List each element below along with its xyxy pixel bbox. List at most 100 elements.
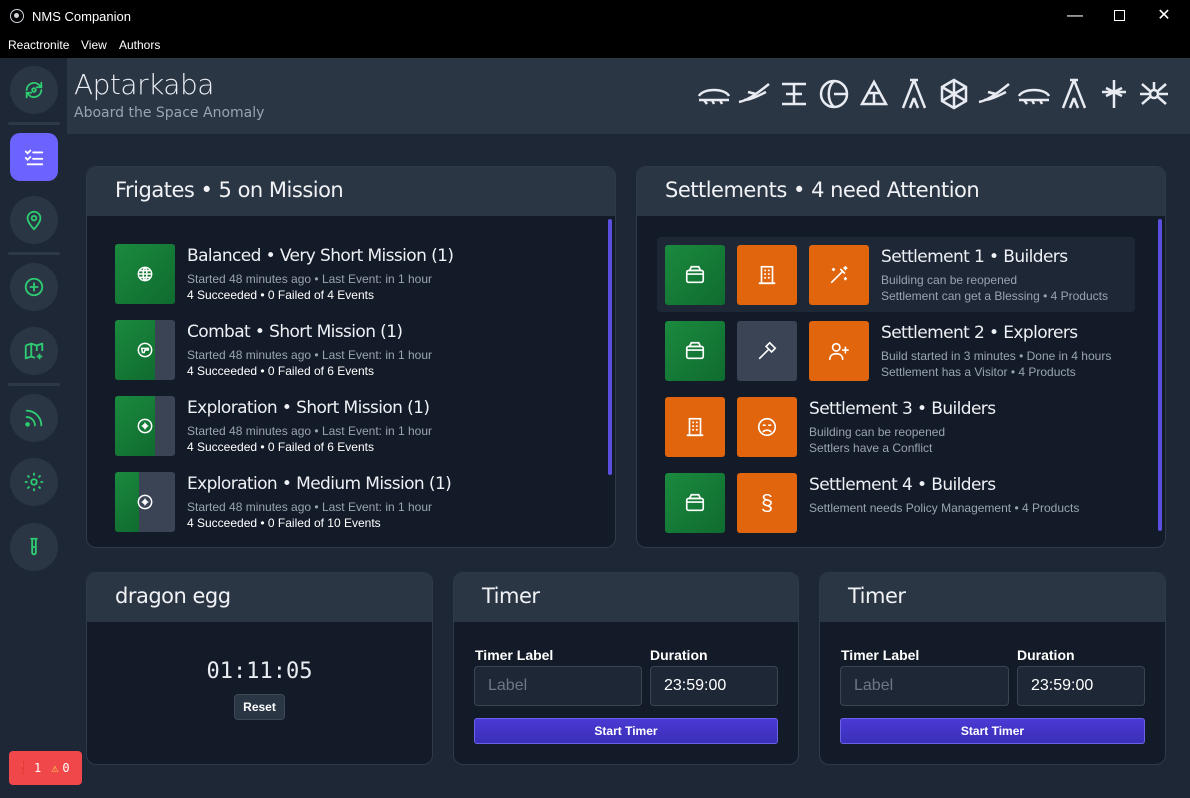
nav-divider — [8, 122, 60, 125]
error-warning-badge[interactable]: ❗ 1 ⚠ 0 — [9, 751, 82, 785]
maximize-button[interactable] — [1096, 0, 1142, 32]
user-plus-icon — [829, 342, 849, 361]
timer-panel-2: Timer Timer Label Duration Label 23:59:0… — [819, 572, 1166, 765]
glyph-icon — [901, 78, 927, 109]
building-icon — [686, 417, 704, 437]
frigate-title: Exploration • Short Mission (1) — [187, 398, 430, 418]
warning-icon: ⚠ — [51, 761, 59, 775]
add-button[interactable] — [10, 263, 58, 311]
location-subtitle: Aboard the Space Anomaly — [74, 105, 265, 121]
timer-2-start-button[interactable]: Start Timer — [840, 718, 1145, 744]
settlement-3-building-tile[interactable] — [665, 397, 725, 457]
settlement-1-building-tile[interactable] — [737, 245, 797, 305]
traveler-name: Aptarkaba — [74, 68, 214, 101]
frigate-progress-tile[interactable] — [115, 244, 175, 304]
frigates-scrollbar[interactable] — [608, 219, 612, 475]
glyph-icon — [1061, 78, 1087, 109]
settlement-2-title: Settlement 2 • Explorers — [881, 323, 1078, 343]
frigates-panel: Frigates • 5 on Mission Balanced • Very … — [86, 166, 616, 548]
map-pin-icon — [26, 210, 42, 231]
frigate-title: Combat • Short Mission (1) — [187, 322, 403, 342]
timer-1-start-button[interactable]: Start Timer — [474, 718, 778, 744]
frigate-timing: Started 48 minutes ago • Last Event: in … — [187, 500, 433, 514]
frigate-timing: Started 48 minutes ago • Last Event: in … — [187, 424, 433, 438]
glyph-icon — [859, 79, 889, 106]
glyph-icon — [1140, 82, 1168, 105]
settlement-1-blessing-tile[interactable] — [809, 245, 869, 305]
dragon-egg-panel: dragon egg 01:11:05 Reset — [86, 572, 433, 765]
timer-2-label-input[interactable]: Label — [840, 666, 1009, 706]
settings-button[interactable] — [10, 458, 58, 506]
sidebar — [0, 58, 67, 798]
settlements-title: Settlements • 4 need Attention — [637, 167, 1165, 216]
plus-circle-icon — [24, 277, 44, 297]
gun-icon — [137, 342, 153, 358]
glyph-icon — [1017, 88, 1051, 105]
box-icon — [685, 341, 705, 360]
settlement-4-title: Settlement 4 • Builders — [809, 475, 996, 495]
frigate-progress-tile[interactable] — [115, 472, 175, 532]
close-button[interactable]: ✕ — [1141, 0, 1187, 32]
settlement-2-visitor-tile[interactable] — [809, 321, 869, 381]
frigate-progress-tile[interactable] — [115, 396, 175, 456]
menu-view[interactable]: View — [81, 38, 107, 52]
reset-button[interactable]: Reset — [234, 694, 285, 720]
settlement-4-policy-tile[interactable]: § — [737, 473, 797, 533]
lab-button[interactable] — [10, 523, 58, 571]
menu-authors[interactable]: Authors — [119, 38, 160, 52]
timer-panel-1: Timer Timer Label Duration Label 23:59:0… — [453, 572, 799, 765]
checklist-icon — [24, 149, 44, 166]
settlement-3-detail: Settlers have a Conflict — [809, 441, 933, 455]
sync-button[interactable] — [10, 66, 58, 114]
timer-2-duration-input[interactable]: 23:59:00 — [1017, 666, 1145, 706]
settlement-2-production-tile[interactable] — [665, 321, 725, 381]
timer-2-duration-caption: Duration — [1017, 647, 1075, 663]
menu-reactronite[interactable]: Reactronite — [8, 38, 69, 52]
portal-glyphs — [696, 76, 1172, 112]
sync-icon — [25, 81, 43, 99]
sad-face-icon — [757, 417, 777, 437]
compass-icon — [137, 494, 153, 510]
frigate-events: 4 Succeeded • 0 Failed of 10 Events — [187, 516, 381, 530]
timer-1-duration-input[interactable]: 23:59:00 — [650, 666, 778, 706]
window-title: NMS Companion — [32, 9, 131, 24]
frigate-progress-tile[interactable] — [115, 320, 175, 380]
magic-wand-icon — [830, 265, 848, 284]
nav-divider — [8, 252, 60, 255]
feed-button[interactable] — [10, 394, 58, 442]
menu-bar: Reactronite View Authors — [0, 32, 1190, 58]
settlements-scrollbar[interactable] — [1158, 219, 1162, 531]
minimize-button[interactable]: — — [1052, 0, 1098, 32]
settlement-4-production-tile[interactable] — [665, 473, 725, 533]
error-icon: ❗ — [15, 761, 30, 775]
timer-2-title: Timer — [820, 573, 1165, 622]
timer-1-label-caption: Timer Label — [475, 647, 554, 663]
settlement-3-status: Building can be reopened — [809, 425, 946, 439]
location-button[interactable] — [10, 196, 58, 244]
dashboard-button[interactable] — [10, 133, 58, 181]
app-icon — [10, 9, 24, 23]
glyph-icon — [819, 79, 849, 109]
glyph-icon — [738, 83, 770, 104]
frigate-title: Exploration • Medium Mission (1) — [187, 474, 452, 494]
box-icon — [685, 493, 705, 512]
settlement-1-detail: Settlement can get a Blessing • 4 Produc… — [881, 289, 1108, 303]
frigate-events: 4 Succeeded • 0 Failed of 6 Events — [187, 440, 374, 454]
frigate-timing: Started 48 minutes ago • Last Event: in … — [187, 348, 433, 362]
settlement-3-conflict-tile[interactable] — [737, 397, 797, 457]
settlement-1-production-tile[interactable] — [665, 245, 725, 305]
glyph-icon — [1102, 80, 1126, 108]
glyph-icon — [782, 82, 806, 106]
dragon-egg-title: dragon egg — [87, 573, 432, 622]
timer-2-label-caption: Timer Label — [841, 647, 920, 663]
timer-1-duration-caption: Duration — [650, 647, 708, 663]
map-plus-icon — [24, 342, 44, 360]
globe-icon — [137, 266, 153, 282]
add-map-button[interactable] — [10, 327, 58, 375]
warning-count: 0 — [62, 761, 70, 775]
settlement-2-building-tile[interactable] — [737, 321, 797, 381]
timer-1-label-input[interactable]: Label — [474, 666, 642, 706]
settlement-2-status: Build started in 3 minutes • Done in 4 h… — [881, 349, 1112, 363]
frigate-events: 4 Succeeded • 0 Failed of 6 Events — [187, 364, 374, 378]
hammer-icon — [758, 341, 777, 360]
